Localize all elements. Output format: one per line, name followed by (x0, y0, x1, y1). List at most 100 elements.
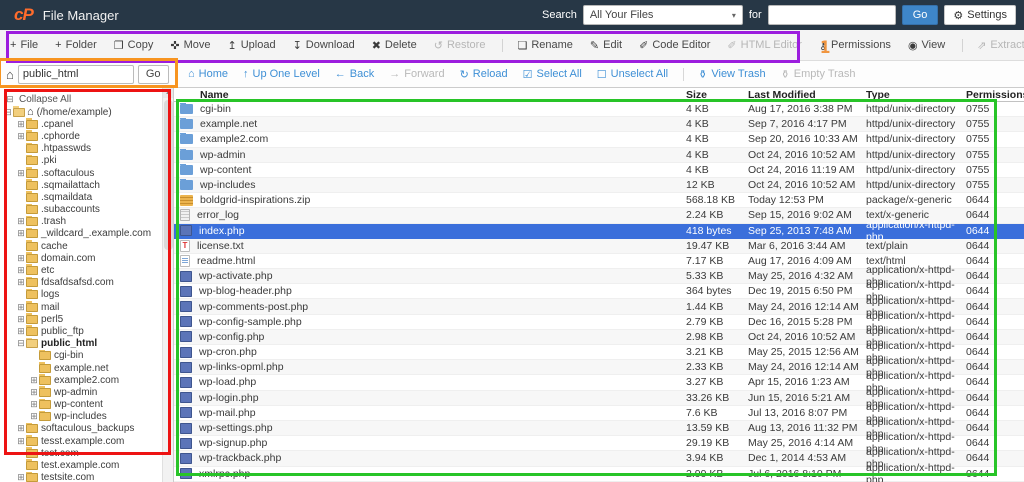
tree-item[interactable]: .pki (0, 154, 162, 167)
tree-expander[interactable]: ⊞ (29, 375, 39, 386)
tree-item[interactable]: logs (0, 288, 162, 301)
scrollbar-thumb[interactable] (164, 100, 173, 250)
tree-expander[interactable]: ⊞ (16, 472, 26, 482)
nav-link[interactable]: ⚱ View Trash (683, 67, 766, 81)
tree-expander[interactable]: ⊞ (16, 216, 26, 227)
toolbar-button[interactable]: ↺ Restore (434, 39, 486, 52)
toolbar-button[interactable]: ✎ Edit (590, 39, 622, 52)
toolbar-button[interactable]: + File (10, 39, 38, 51)
column-header-size[interactable]: Size (686, 89, 748, 101)
toolbar-button[interactable]: ↥ Upload (227, 39, 275, 52)
tree-item[interactable]: ⊞ wp-content (0, 398, 162, 411)
column-header-modified[interactable]: Last Modified (748, 89, 866, 101)
table-row[interactable]: xmlrpc.php 2.99 KB Jul 6, 2016 8:10 PM a… (174, 462, 1024, 482)
column-header-name[interactable]: Name (174, 89, 686, 101)
tree-expander[interactable]: ⊞ (16, 423, 26, 434)
table-row[interactable]: wp-content 4 KB Oct 24, 2016 11:19 AM ht… (174, 163, 1024, 178)
tree-expander[interactable]: ⊞ (16, 326, 26, 337)
tree-expander[interactable]: ⊞ (16, 131, 26, 142)
toolbar-button[interactable]: ⚷ Permissions (819, 39, 891, 52)
tree-item[interactable]: ⊟ public_html (0, 337, 162, 350)
tree-item[interactable]: ⊞ wp-includes (0, 410, 162, 423)
nav-link[interactable]: ☑ Select All (523, 68, 582, 81)
collapse-all[interactable]: ⊟ Collapse All (0, 92, 162, 106)
tree-item[interactable]: ⊞ public_ftp (0, 325, 162, 337)
tree-item[interactable]: .subaccounts (0, 203, 162, 216)
nav-link[interactable]: ← Back (335, 68, 374, 80)
toolbar-button[interactable]: ◉ View (908, 39, 945, 52)
sidebar-scrollbar[interactable]: ▲ (162, 88, 173, 482)
nav-link[interactable]: → Forward (389, 68, 444, 80)
toolbar-button[interactable]: + Folder (55, 39, 97, 51)
table-row[interactable]: wp-admin 4 KB Oct 24, 2016 10:52 AM http… (174, 147, 1024, 163)
path-go-button[interactable]: Go (137, 64, 169, 84)
tree-expander[interactable]: ⊞ (16, 168, 26, 179)
tree-item[interactable]: test.example.com (0, 459, 162, 471)
tree-item[interactable]: .sqmaildata (0, 191, 162, 203)
table-row[interactable]: boldgrid-inspirations.zip 568.18 KB Toda… (174, 193, 1024, 209)
toolbar-button[interactable]: ✐ HTML Editor (727, 39, 802, 52)
tree-item[interactable]: ⊞ .softaculous (0, 166, 162, 179)
tree-expander[interactable]: ⊞ (16, 277, 26, 288)
table-row[interactable]: index.php 418 bytes Sep 25, 2013 7:48 AM… (174, 219, 1024, 243)
tree-item[interactable]: ⊞ fdsafdsafsd.com (0, 276, 162, 289)
scroll-up-icon[interactable]: ▲ (163, 88, 173, 98)
tree-expander[interactable]: ⊟ (3, 107, 13, 118)
tree-item[interactable]: ⊞ etc (0, 264, 162, 276)
toolbar-button[interactable]: ❏ Rename (502, 38, 573, 52)
nav-link[interactable]: ⚱ Empty Trash (781, 68, 856, 81)
tree-expander[interactable]: ⊞ (16, 302, 26, 313)
path-input[interactable] (17, 64, 134, 84)
tree-item[interactable]: .htpasswds (0, 142, 162, 155)
tree-item[interactable]: ⊟ ⌂ (/home/example) (0, 106, 162, 118)
toolbar-button[interactable]: ✖ Delete (372, 39, 417, 52)
tree-item[interactable]: cgi-bin (0, 349, 162, 362)
tree-item[interactable]: ⊞ .trash (0, 215, 162, 228)
tree-item[interactable]: .sqmailattach (0, 179, 162, 191)
tree-expander[interactable]: ⊞ (29, 387, 39, 398)
tree-item[interactable]: ⊞ domain.com (0, 252, 162, 264)
column-header-type[interactable]: Type (866, 89, 966, 101)
tree-item[interactable]: ⊞ softaculous_backups (0, 422, 162, 435)
search-scope-select[interactable]: All Your Files ▾ (582, 5, 743, 25)
nav-link[interactable]: ⌂ Home (188, 68, 228, 80)
nav-link[interactable]: ☐ Unselect All (597, 68, 668, 81)
tree-expander[interactable]: ⊞ (16, 253, 26, 264)
tree-item[interactable]: ⊞ mail (0, 301, 162, 313)
tree-item[interactable]: example.net (0, 361, 162, 374)
tree-expander[interactable]: ⊞ (29, 411, 39, 422)
search-input[interactable] (767, 5, 896, 25)
tree-expander[interactable]: ⊞ (16, 265, 26, 276)
tree-expander[interactable]: ⊟ (16, 338, 26, 349)
settings-button[interactable]: ⚙ Settings (944, 5, 1016, 25)
table-row[interactable]: cgi-bin 4 KB Aug 17, 2016 3:38 PM httpd/… (174, 102, 1024, 118)
nav-link[interactable]: ↑ Up One Level (243, 68, 320, 80)
column-header-permissions[interactable]: Permissions (966, 89, 1024, 101)
tree-item[interactable]: ⊞ .cpanel (0, 118, 162, 130)
tree-expander[interactable]: ⊞ (16, 119, 26, 130)
tree-item[interactable]: ⊞ wp-admin (0, 386, 162, 398)
tree-item[interactable]: test.com (0, 447, 162, 459)
toolbar-button[interactable]: ❐ Copy (114, 39, 154, 52)
table-row[interactable]: example2.com 4 KB Sep 20, 2016 10:33 AM … (174, 132, 1024, 148)
nav-link[interactable]: ↻ Reload (460, 68, 508, 81)
tree-item[interactable]: ⊞ _wildcard_.example.com (0, 227, 162, 240)
tree-expander[interactable]: ⊞ (16, 228, 26, 239)
tree-item[interactable]: ⊞ .cphorde (0, 130, 162, 142)
table-row[interactable]: license.txt 19.47 KB Mar 6, 2016 3:44 AM… (174, 238, 1024, 254)
toolbar-button[interactable]: ⇗ Extract (962, 38, 1024, 52)
toolbar-button[interactable]: ✜ Move (170, 39, 210, 52)
tree-expander[interactable]: ⊞ (16, 314, 26, 325)
toolbar-button[interactable]: ✐ Code Editor (639, 39, 710, 52)
tree-expander[interactable]: ⊞ (29, 399, 39, 410)
table-row[interactable]: wp-includes 12 KB Oct 24, 2016 10:52 AM … (174, 177, 1024, 194)
table-row[interactable]: example.net 4 KB Sep 7, 2016 4:17 PM htt… (174, 117, 1024, 133)
tree-item[interactable]: ⊞ example2.com (0, 374, 162, 386)
tree-item[interactable]: ⊞ testsite.com (0, 471, 162, 482)
search-go-button[interactable]: Go (901, 5, 939, 25)
tree-item[interactable]: ⊞ perl5 (0, 313, 162, 325)
tree-expander[interactable]: ⊞ (16, 436, 26, 447)
tree-item[interactable]: cache (0, 240, 162, 252)
tree-item[interactable]: ⊞ tesst.example.com (0, 435, 162, 447)
toolbar-button[interactable]: ↧ Download (293, 39, 355, 52)
